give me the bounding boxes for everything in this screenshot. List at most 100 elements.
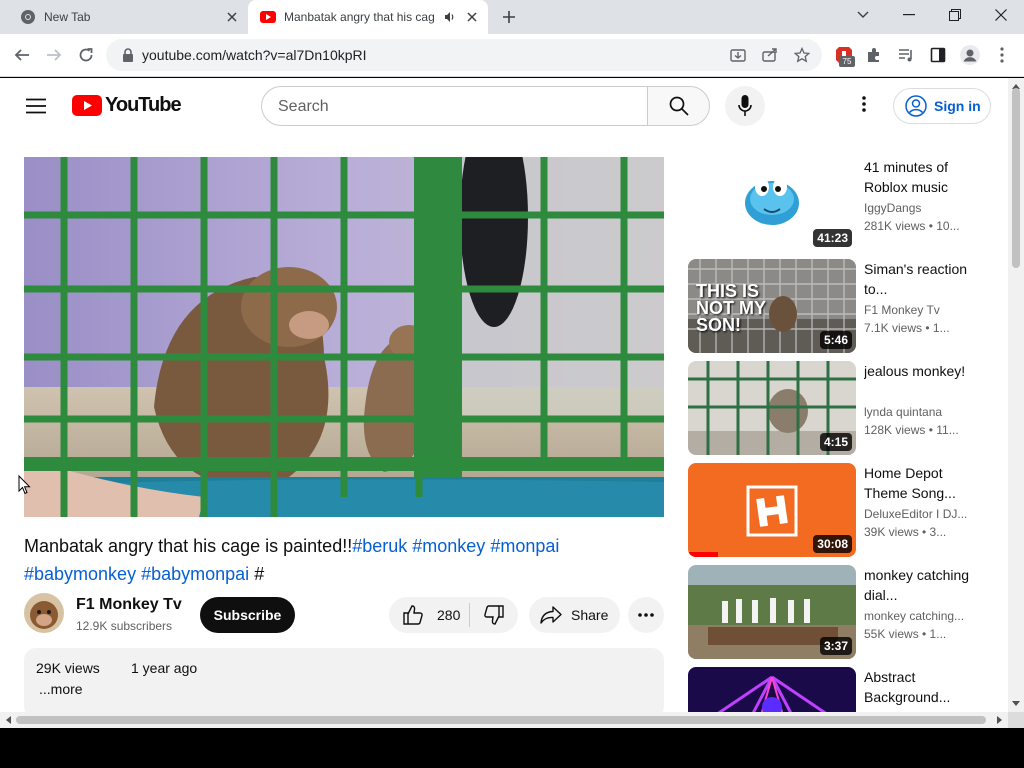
recommendation-title[interactable]: Siman's reaction to... [864, 259, 984, 299]
recommendation-meta: 7.1K views • 1... [864, 321, 950, 335]
sign-in-label: Sign in [934, 98, 981, 114]
url-text[interactable]: youtube.com/watch?v=al7Dn10kpRI [142, 47, 367, 63]
bookmark-star-icon[interactable] [792, 45, 812, 65]
settings-more-button[interactable] [852, 92, 876, 116]
tab-new-tab[interactable]: New Tab [8, 0, 248, 34]
search-icon [669, 96, 689, 116]
recommendation-title[interactable]: monkey catching dial... [864, 565, 984, 605]
youtube-play-icon [72, 94, 102, 116]
extension-badge: 75 [839, 56, 855, 67]
tab-youtube-video[interactable]: Manbatak angry that his cag [248, 0, 488, 34]
hashtag-link[interactable]: #babymonpai [141, 564, 249, 584]
subscribe-button[interactable]: Subscribe [200, 597, 295, 633]
recommendation-item[interactable]: THIS IS NOT MY SON! 5:46 Siman's reactio… [688, 259, 998, 353]
scroll-right-arrow-icon[interactable] [992, 712, 1008, 728]
thumbnail-caption: THIS IS NOT MY SON! [696, 281, 766, 335]
hashtag-link[interactable]: #monpai [490, 536, 559, 556]
youtube-logo[interactable]: YouTube [72, 94, 182, 116]
video-thumbnail[interactable] [688, 667, 856, 712]
video-player[interactable] [24, 157, 664, 517]
recommendation-title[interactable]: 41 minutes of Roblox music [864, 157, 984, 197]
chrome-icon [20, 9, 36, 25]
restore-button[interactable] [932, 0, 978, 30]
more-actions-button[interactable] [628, 597, 664, 633]
show-more-link[interactable]: ...more [39, 681, 83, 697]
recommendation-channel[interactable]: monkey catching... [864, 609, 984, 623]
close-tab-icon[interactable] [222, 7, 242, 27]
recommendation-title[interactable]: Home Depot Theme Song... [864, 463, 984, 503]
reload-button[interactable] [72, 41, 100, 69]
sign-in-button[interactable]: Sign in [893, 88, 991, 124]
video-thumbnail[interactable]: 30:08 [688, 463, 856, 557]
media-control-icon[interactable] [892, 41, 920, 69]
recommendation-title[interactable]: Abstract Background... [864, 667, 984, 707]
dislike-button[interactable] [470, 597, 518, 633]
address-bar[interactable]: youtube.com/watch?v=al7Dn10kpRI [106, 39, 822, 71]
description-box[interactable]: 29K views 1 year ago ...more [24, 648, 664, 712]
audio-playing-icon[interactable] [442, 9, 458, 25]
tab-title: New Tab [44, 10, 91, 24]
channel-name[interactable]: F1 Monkey Tv [76, 596, 182, 614]
upload-date: 1 year ago [131, 660, 198, 676]
recommendation-channel[interactable]: F1 Monkey Tv [864, 303, 984, 317]
hashtag-link[interactable]: #monkey [412, 536, 485, 556]
vertical-scroll-thumb[interactable] [1012, 88, 1020, 268]
chrome-menu-icon[interactable] [988, 41, 1016, 69]
video-thumbnail[interactable]: THIS IS NOT MY SON! 5:46 [688, 259, 856, 353]
close-tab-icon[interactable] [462, 7, 482, 27]
video-thumbnail[interactable]: 3:37 [688, 565, 856, 659]
video-thumbnail[interactable]: 41:23 [688, 157, 856, 251]
minimize-button[interactable] [886, 0, 932, 30]
forward-button[interactable] [40, 41, 68, 69]
recommendation-item[interactable]: 4:15 jealous monkey! lynda quintana 128K… [688, 361, 998, 455]
horizontal-scroll-thumb[interactable] [16, 716, 986, 724]
search-input[interactable] [278, 96, 628, 118]
share-button[interactable]: Share [529, 597, 620, 633]
extensions-puzzle-icon[interactable] [860, 41, 888, 69]
video-title: Manbatak angry that his cage is painted!… [24, 532, 664, 588]
recommendation-channel[interactable]: lynda quintana [864, 405, 984, 419]
lock-icon[interactable] [120, 47, 136, 63]
recommendation-channel[interactable]: DeluxeEditor I DJ... [864, 507, 984, 521]
new-tab-button[interactable] [498, 6, 520, 28]
side-panel-icon[interactable] [924, 41, 952, 69]
tab-title: Manbatak angry that his cag [284, 10, 435, 24]
scroll-left-arrow-icon[interactable] [0, 712, 16, 728]
back-button[interactable] [8, 41, 36, 69]
recommendation-item[interactable]: 3:37 monkey catching dial... monkey catc… [688, 565, 998, 659]
channel-avatar[interactable] [24, 593, 64, 633]
search-button[interactable] [647, 86, 710, 126]
subscriber-count: 12.9K subscribers [76, 619, 173, 633]
close-window-button[interactable] [978, 0, 1024, 30]
guide-menu-button[interactable] [22, 92, 50, 120]
youtube-favicon-icon [260, 9, 276, 25]
share-page-icon[interactable] [760, 45, 780, 65]
scroll-down-arrow-icon[interactable] [1008, 696, 1024, 712]
voice-search-button[interactable] [725, 86, 765, 126]
recommendation-channel[interactable]: IggyDangs [864, 201, 984, 215]
search-box[interactable] [261, 86, 647, 126]
thumbs-down-icon [484, 605, 504, 625]
tab-search-icon[interactable] [840, 0, 886, 30]
scrollbar-corner [1008, 712, 1024, 728]
horizontal-scrollbar[interactable] [0, 712, 1008, 728]
recommendation-item[interactable]: 41:23 41 minutes of Roblox music IggyDan… [688, 157, 998, 251]
video-duration: 5:46 [819, 331, 852, 349]
profile-avatar-icon[interactable] [956, 41, 984, 69]
vertical-scrollbar[interactable] [1008, 78, 1024, 712]
page-viewport: YouTube Sign in [0, 78, 1008, 712]
share-label: Share [571, 607, 609, 623]
recommendation-title[interactable]: jealous monkey! [864, 361, 984, 381]
recommendation-meta: 281K views • 10... [864, 219, 960, 233]
hashtag-link[interactable]: #beruk [352, 536, 407, 556]
screen: New Tab Manbatak angry that his cag yout… [0, 0, 1024, 768]
hashtag-link[interactable]: #babymonkey [24, 564, 136, 584]
like-button[interactable]: 280 [389, 597, 469, 633]
video-thumbnail[interactable]: 4:15 [688, 361, 856, 455]
video-frame-image [24, 157, 664, 517]
microphone-icon [738, 95, 752, 116]
recommendation-item[interactable]: Abstract Background... [688, 667, 998, 712]
recommendation-item[interactable]: 30:08 Home Depot Theme Song... DeluxeEdi… [688, 463, 998, 557]
install-app-icon[interactable] [728, 45, 748, 65]
like-dislike-group: 280 [389, 597, 518, 633]
